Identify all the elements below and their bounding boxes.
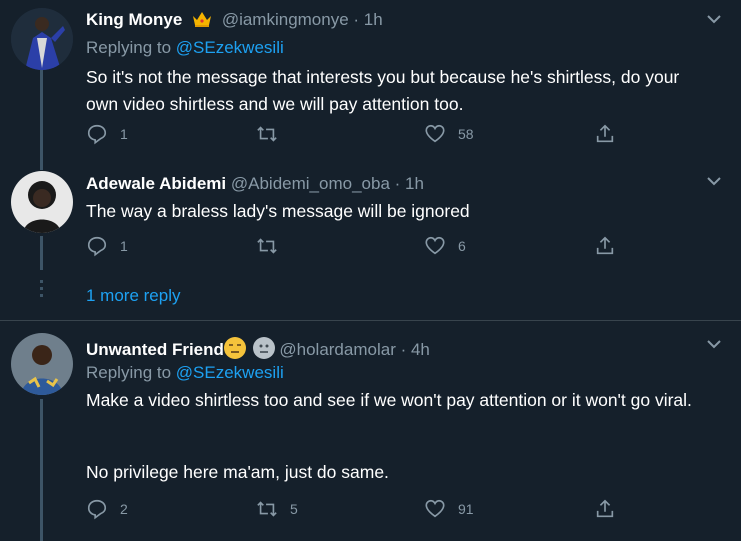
tweet-header: King Monye @iamkingmonye · 1h [86,10,383,33]
like-icon [425,499,445,518]
tweet-text: The way a braless lady's message will be… [86,201,470,221]
reply-icon [87,124,107,145]
share-icon [596,499,614,518]
crown-icon [191,10,213,33]
replying-to: Replying to @SEzekwesili [86,38,284,58]
timestamp[interactable]: · 4h [401,340,430,359]
retweet-button[interactable] [256,122,290,146]
chevron-down-icon[interactable] [705,172,723,190]
like-count: 6 [458,238,466,254]
reply-icon [87,499,107,520]
emoji-unamused-icon [223,337,246,359]
tweet-header: Unwanted Friend @holardamolar · 4h [86,337,430,360]
handle[interactable]: @Abidemi_omo_oba [231,174,390,193]
reply-icon [87,236,107,257]
tweet-actions: 1 58 [86,122,626,146]
handle[interactable]: @holardamolar [279,340,395,359]
tweet-unwanted-friend[interactable]: Unwanted Friend @holardamolar · 4h Reply… [0,320,741,541]
like-count: 58 [458,126,474,142]
timestamp[interactable]: · 1h [395,174,424,193]
more-replies-link[interactable]: 1 more reply [86,286,180,306]
like-icon [425,236,445,255]
tweet-text: So it's not the message that interests y… [86,67,680,114]
tweet-actions: 2 5 91 [86,497,626,521]
chevron-down-icon[interactable] [705,335,723,353]
like-count: 91 [458,501,474,517]
tweet-adewale-abidemi[interactable]: Adewale Abidemi @Abidemi_omo_oba · 1h Th… [0,158,741,270]
thread-line [40,236,43,270]
like-button[interactable]: 58 [424,122,474,146]
retweet-icon [257,126,277,142]
display-name[interactable]: Adewale Abidemi [86,174,226,193]
retweet-button[interactable]: 5 [256,497,298,521]
mention-link[interactable]: @SEzekwesili [176,38,284,57]
tweet-text: Make a video shirtless too and see if we… [86,390,692,410]
chevron-down-icon[interactable] [705,10,723,28]
reply-button[interactable]: 1 [86,234,128,258]
more-replies-row[interactable]: 1 more reply [0,270,741,320]
handle[interactable]: @iamkingmonye [222,10,349,29]
reply-count: 2 [120,501,128,517]
thread-dots [40,280,43,301]
display-name[interactable]: King Monye [86,10,182,29]
share-button[interactable] [594,497,616,521]
like-icon [425,124,445,143]
retweet-icon [257,501,277,517]
share-icon [596,124,614,143]
tweet-actions: 1 6 [86,234,626,258]
reply-button[interactable]: 1 [86,122,128,146]
replying-to: Replying to @SEzekwesili [86,363,284,383]
like-button[interactable]: 91 [424,497,474,521]
thread-line [40,70,43,158]
reply-button[interactable]: 2 [86,497,128,521]
emoji-neutral-icon [252,337,275,359]
tweet-header: Adewale Abidemi @Abidemi_omo_oba · 1h [86,174,424,194]
tweet-text-paragraph-2: No privilege here ma'am, just do same. [86,462,389,482]
replying-to-label: Replying to [86,363,172,382]
thread-line [40,158,43,170]
replying-to-label: Replying to [86,38,172,57]
retweet-count: 5 [290,501,298,517]
display-name[interactable]: Unwanted Friend [86,340,224,359]
thread-line [40,399,43,541]
tweet-king-monye[interactable]: King Monye @iamkingmonye · 1h Replying t… [0,0,741,158]
avatar[interactable] [11,333,73,395]
timestamp[interactable]: · 1h [353,10,382,29]
avatar[interactable] [11,8,73,70]
share-icon [596,236,614,255]
reply-count: 1 [120,126,128,142]
retweet-button[interactable] [256,234,290,258]
retweet-icon [257,238,277,254]
share-button[interactable] [594,122,616,146]
share-button[interactable] [594,234,616,258]
like-button[interactable]: 6 [424,234,466,258]
avatar[interactable] [11,171,73,233]
mention-link[interactable]: @SEzekwesili [176,363,284,382]
reply-count: 1 [120,238,128,254]
